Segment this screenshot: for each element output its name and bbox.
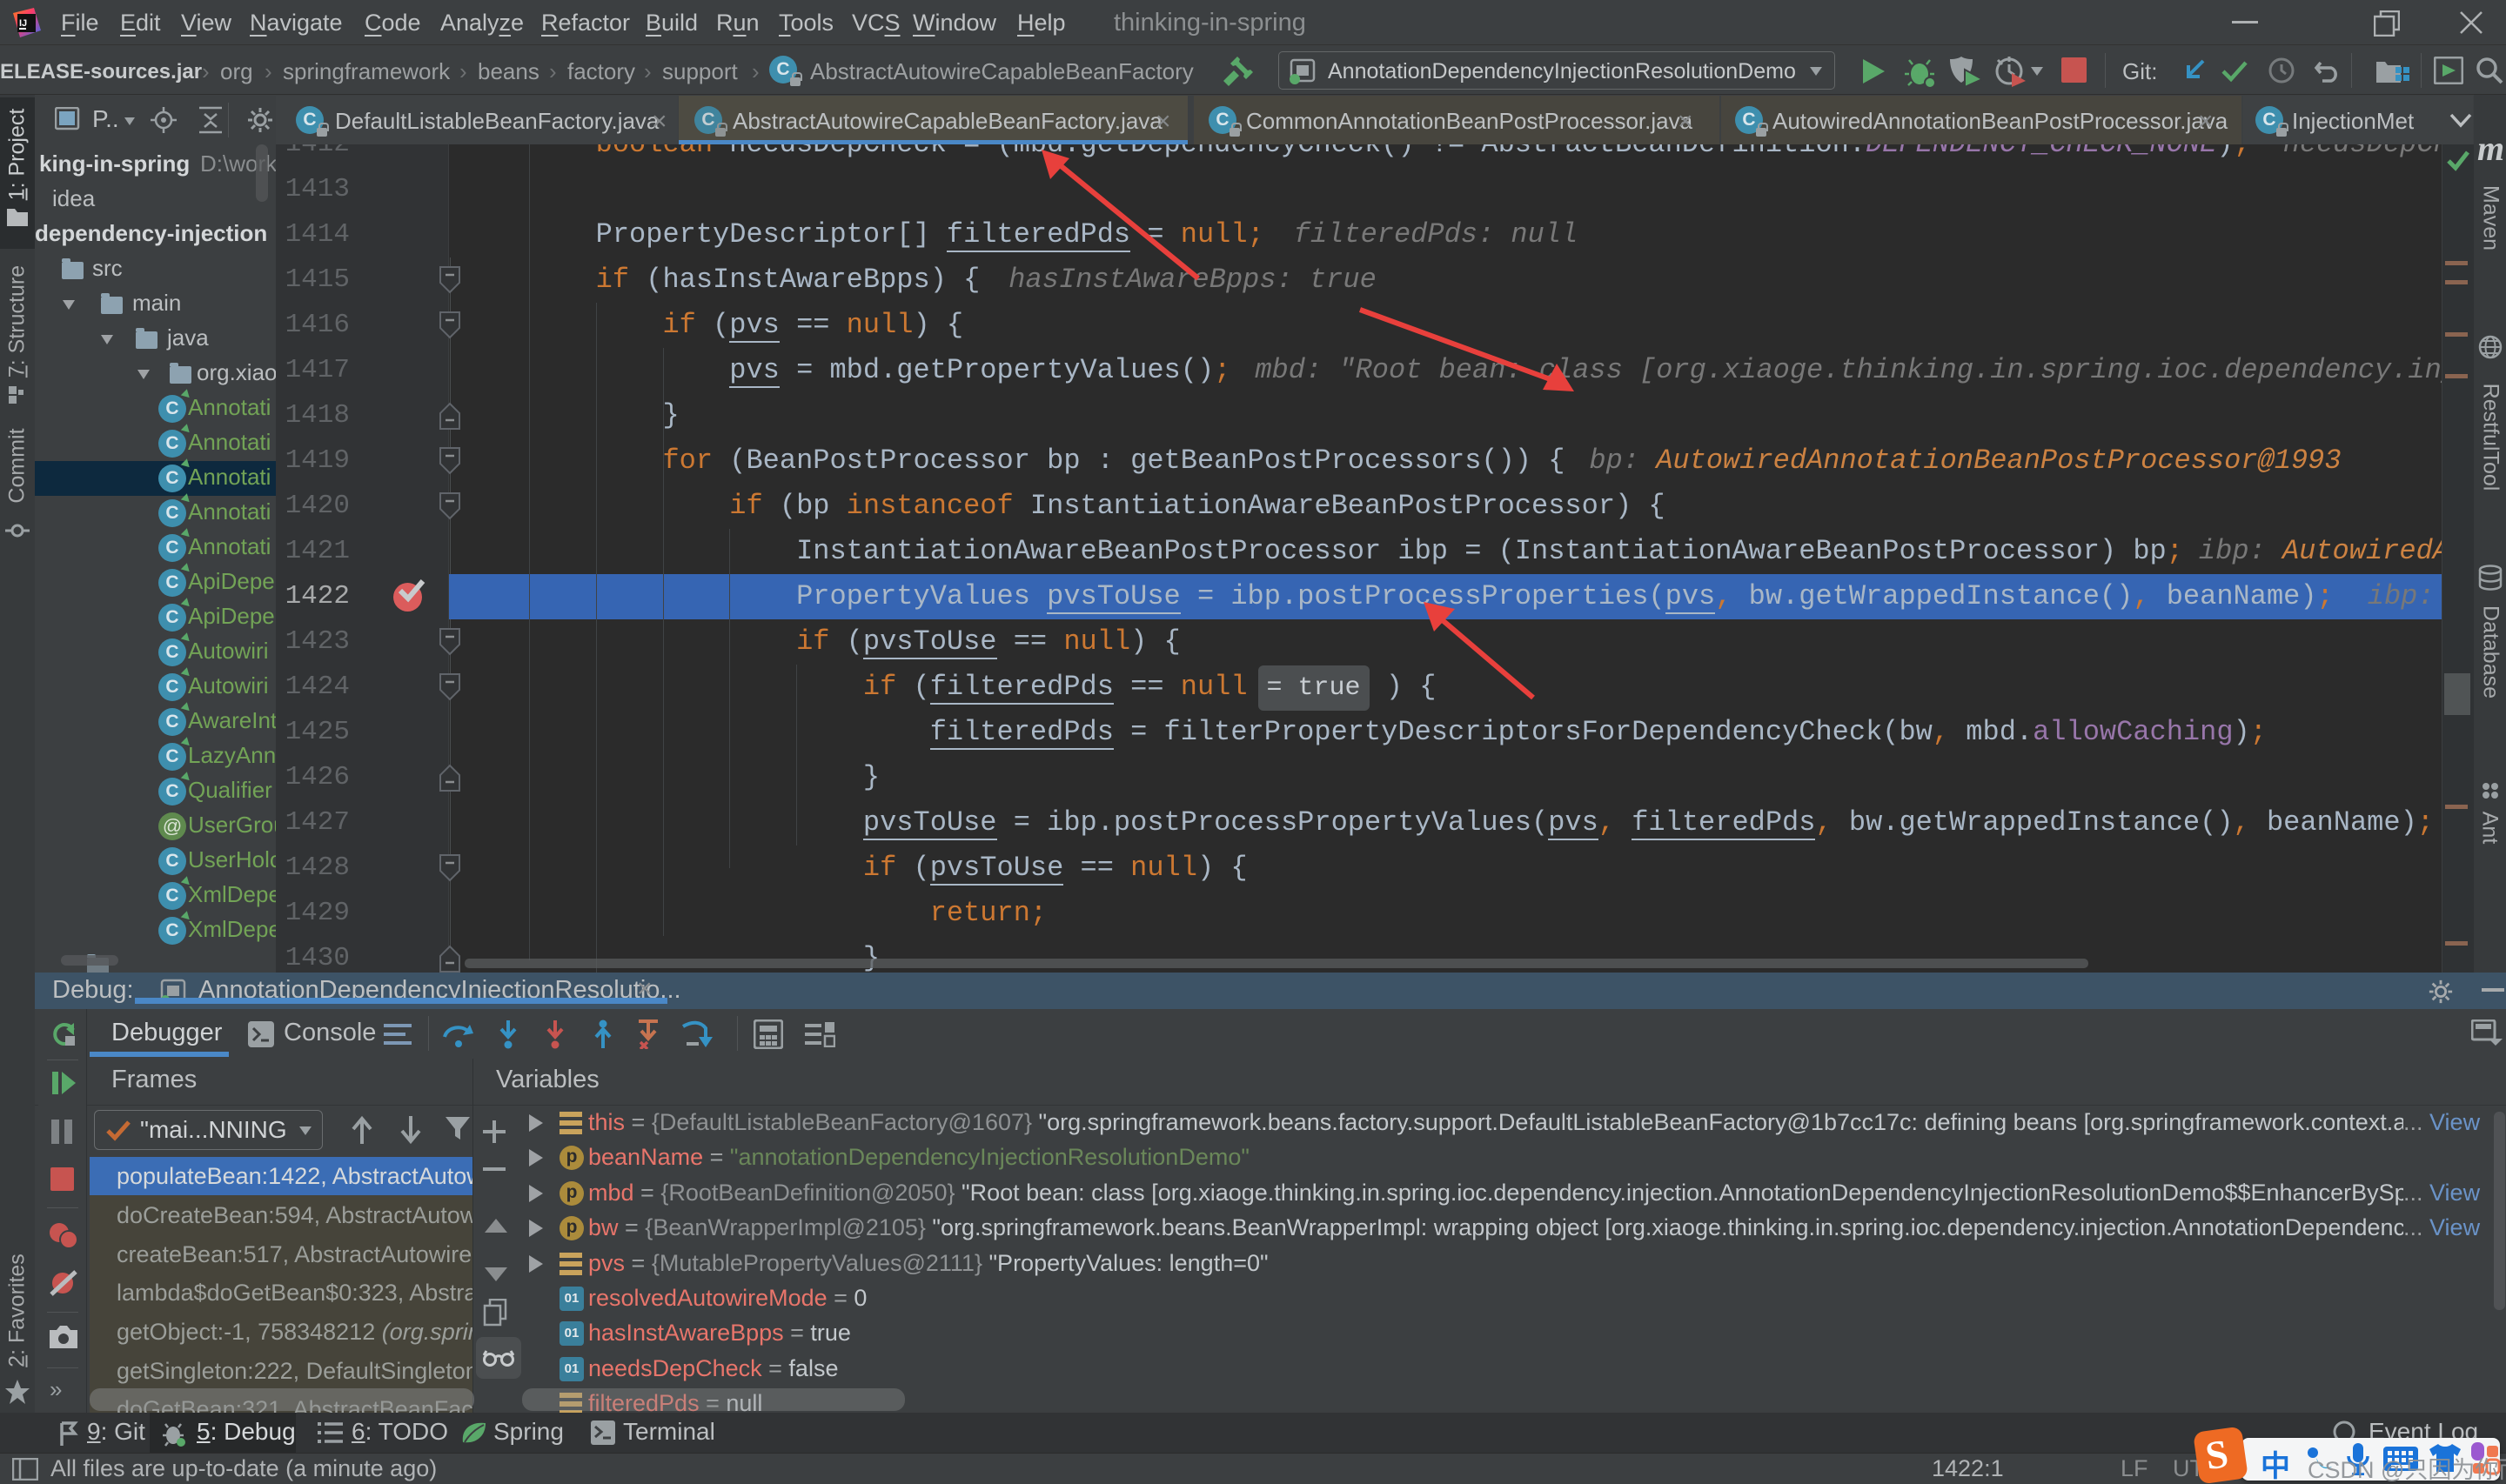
svg-text:IJ: IJ: [19, 18, 27, 29]
